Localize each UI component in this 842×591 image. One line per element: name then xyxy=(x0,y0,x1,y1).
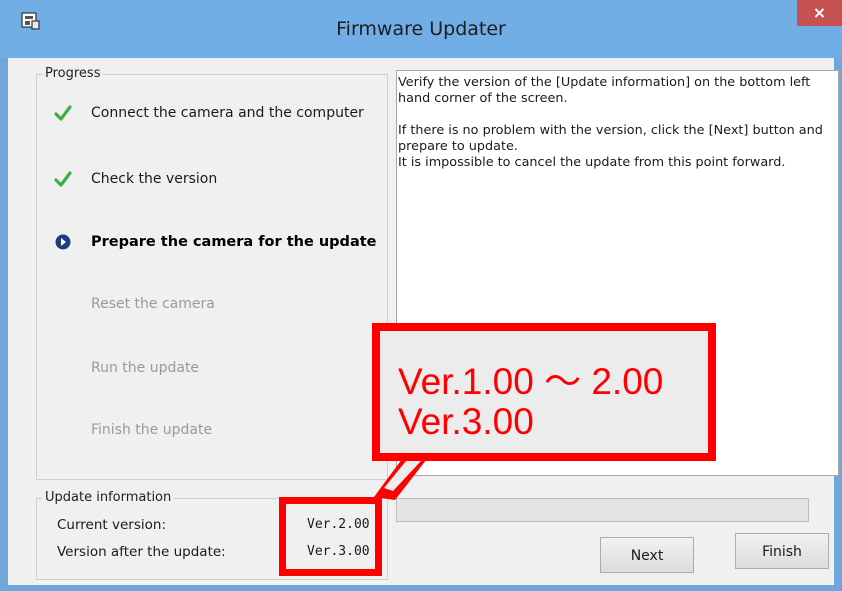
check-icon xyxy=(54,170,72,188)
step-label: Run the update xyxy=(91,360,200,376)
message-line: If there is no problem with the version,… xyxy=(398,123,823,154)
window-title: Firmware Updater xyxy=(336,18,506,40)
version-highlight-frame xyxy=(279,497,382,576)
step-run: Run the update xyxy=(37,357,387,379)
update-progress-bar xyxy=(396,498,809,522)
message-line: Verify the version of the [Update inform… xyxy=(398,75,811,106)
step-prepare: Prepare the camera for the update xyxy=(37,231,387,253)
current-version-label: Current version: xyxy=(57,517,166,533)
step-label: Check the version xyxy=(91,171,218,187)
callout-line-2: Ver.3.00 xyxy=(398,401,534,442)
progress-group: Progress Connect the camera and the comp… xyxy=(36,66,388,480)
step-reset: Reset the camera xyxy=(37,293,387,315)
title-bar[interactable]: Firmware Updater × xyxy=(0,0,842,58)
step-label: Connect the camera and the computer xyxy=(91,105,364,121)
close-icon: × xyxy=(812,3,827,22)
firmware-updater-window: Firmware Updater × Progress Connect the … xyxy=(0,0,842,591)
after-version-label: Version after the update: xyxy=(57,544,226,560)
message-line: It is impossible to cancel the update fr… xyxy=(398,155,786,170)
finish-button[interactable]: Finish xyxy=(735,533,829,569)
step-check-version: Check the version xyxy=(37,168,387,190)
callout-line-1: Ver.1.00 ～ 2.00 xyxy=(398,361,664,402)
step-finish: Finish the update xyxy=(37,419,387,441)
arrow-right-circle-icon xyxy=(54,233,72,251)
client-area: Progress Connect the camera and the comp… xyxy=(8,58,839,585)
progress-legend: Progress xyxy=(42,66,104,81)
next-button[interactable]: Next xyxy=(600,537,694,573)
step-label: Reset the camera xyxy=(91,296,215,312)
step-label: Finish the update xyxy=(91,422,213,438)
version-callout: Ver.1.00 ～ 2.00 Ver.3.00 xyxy=(372,323,716,461)
step-label: Prepare the camera for the update xyxy=(91,234,377,250)
update-info-legend: Update information xyxy=(42,490,175,505)
step-connect: Connect the camera and the computer xyxy=(37,102,387,124)
check-icon xyxy=(54,104,72,122)
close-button[interactable]: × xyxy=(797,0,842,26)
